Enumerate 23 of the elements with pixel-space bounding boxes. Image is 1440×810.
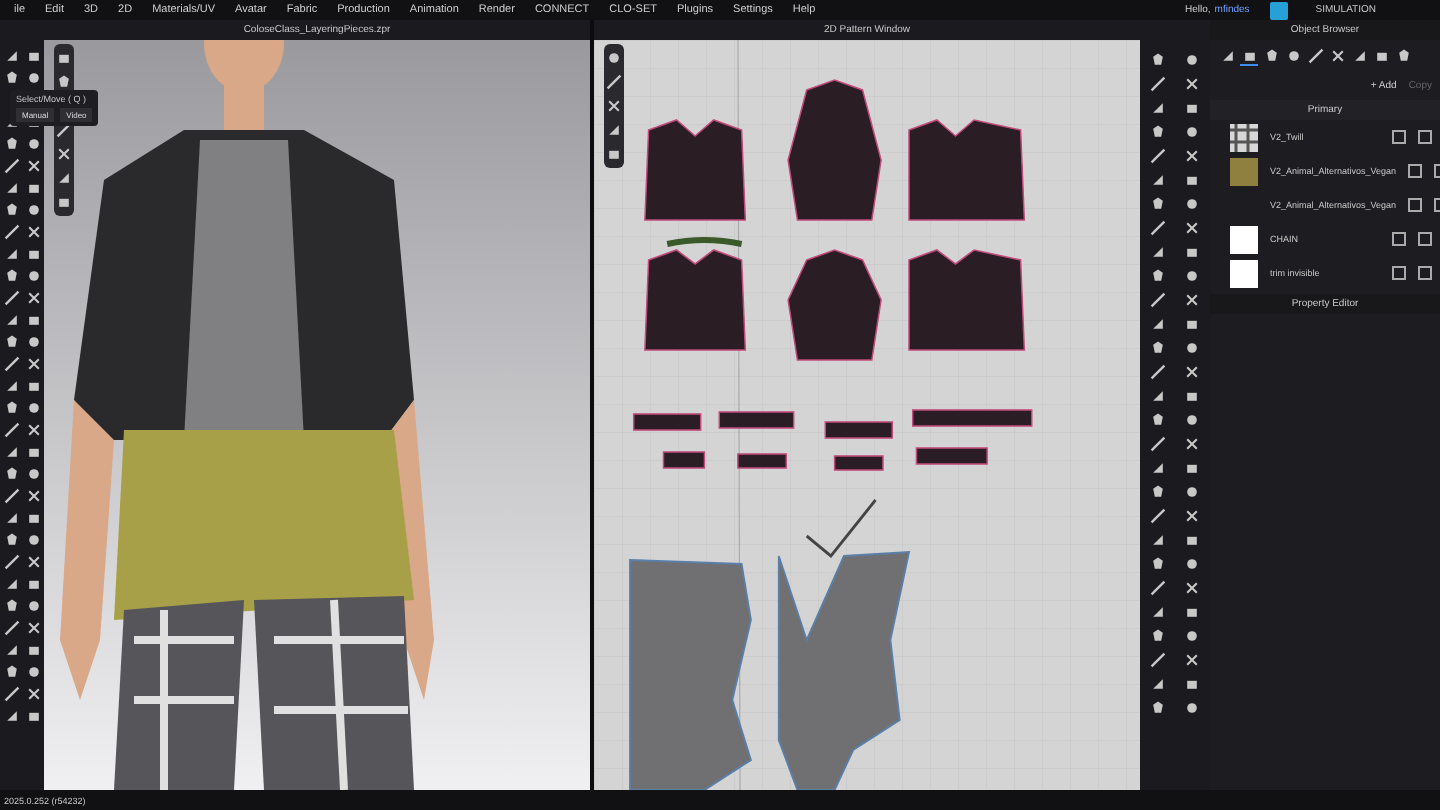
tool-icon[interactable] <box>1183 364 1199 380</box>
tool-icon[interactable] <box>1183 292 1199 308</box>
tool-icon[interactable] <box>25 289 41 305</box>
tool-icon[interactable] <box>1183 220 1199 236</box>
tool-icon[interactable] <box>25 157 41 173</box>
tool-icon[interactable] <box>56 146 72 162</box>
tool-icon[interactable] <box>606 98 622 114</box>
tool-icon[interactable] <box>1183 76 1199 92</box>
tool-icon[interactable] <box>1183 436 1199 452</box>
tool-icon[interactable] <box>25 223 41 239</box>
tool-icon[interactable] <box>25 487 41 503</box>
app-logo[interactable] <box>1269 1 1288 19</box>
tool-icon[interactable] <box>1183 508 1199 524</box>
tool-icon[interactable] <box>25 553 41 569</box>
plaid-swatch <box>1230 123 1258 151</box>
tool-icon[interactable] <box>25 421 41 437</box>
tool-icon[interactable] <box>25 619 41 635</box>
tool-icon[interactable] <box>1183 148 1199 164</box>
tool-icon[interactable] <box>1183 52 1199 68</box>
tool-icon[interactable] <box>25 355 41 371</box>
tool-icon[interactable] <box>1183 652 1199 668</box>
tool-icon[interactable] <box>1183 580 1199 596</box>
tool-icon[interactable] <box>25 685 41 701</box>
